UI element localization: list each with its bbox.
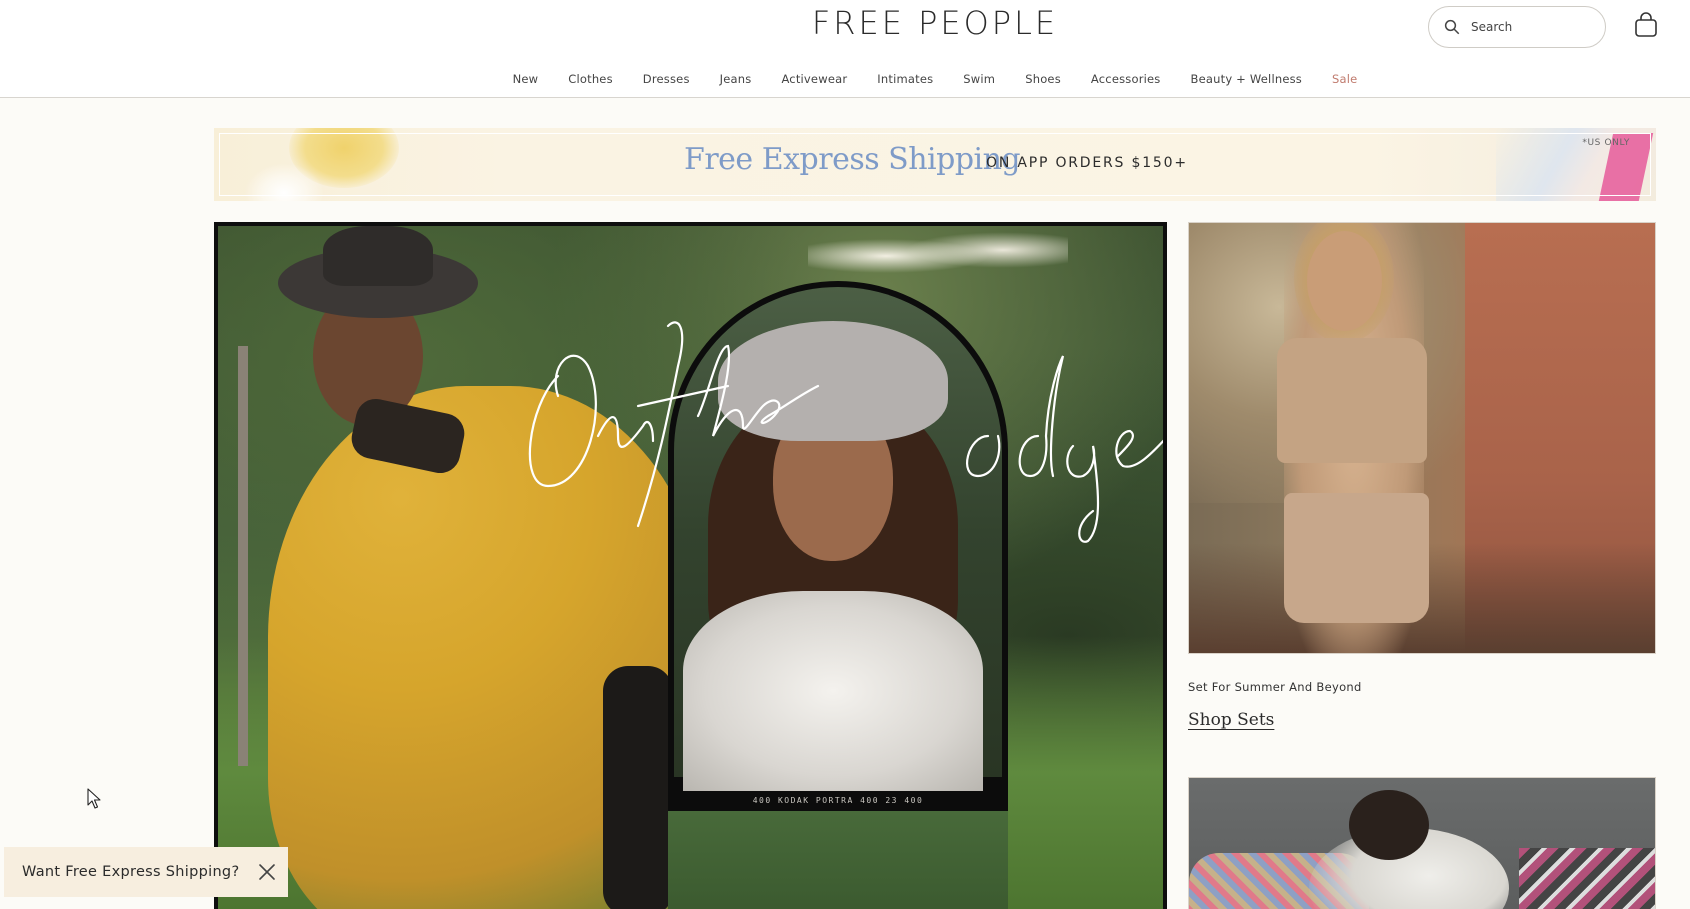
free-shipping-toast[interactable]: Want Free Express Shipping?	[4, 847, 288, 897]
hero-hat-crown	[323, 226, 433, 286]
shipping-banner[interactable]: Free Express Shipping ON APP ORDERS $150…	[214, 128, 1656, 201]
promo-shorts	[1284, 493, 1429, 623]
search-box[interactable]	[1428, 6, 1606, 48]
search-icon	[1444, 19, 1460, 35]
main-nav: New Clothes Dresses Jeans Activewear Int…	[0, 72, 1690, 86]
nav-item-jeans[interactable]: Jeans	[705, 72, 767, 86]
search-input[interactable]	[1471, 20, 1591, 34]
shopping-bag-icon[interactable]	[1634, 12, 1658, 38]
nav-item-intimates[interactable]: Intimates	[862, 72, 948, 86]
promo-crop-top	[1277, 338, 1427, 463]
mouse-cursor-icon	[87, 788, 101, 809]
hero-flowers	[808, 226, 1068, 286]
hero-lower-foliage	[668, 811, 1008, 909]
hero-film-strip: 400 KODAK PORTRA 400 23 400	[668, 791, 1008, 811]
promo-image-secondary[interactable]	[1188, 777, 1656, 909]
nav-item-swim[interactable]: Swim	[948, 72, 1010, 86]
hero-image[interactable]: 400 KODAK PORTRA 400 23 400	[214, 222, 1167, 909]
promo-caption: Set For Summer And Beyond	[1188, 680, 1362, 694]
banner-subtitle: ON APP ORDERS $150+	[986, 155, 1188, 171]
close-icon[interactable]	[258, 863, 276, 881]
nav-item-dresses[interactable]: Dresses	[628, 72, 705, 86]
shop-sets-link[interactable]: Shop Sets	[1188, 710, 1274, 730]
toast-label: Want Free Express Shipping?	[22, 864, 240, 880]
promo-image-sets[interactable]	[1188, 222, 1656, 654]
hero-boot	[603, 666, 673, 909]
banner-note: *US ONLY	[1582, 138, 1630, 148]
nav-item-accessories[interactable]: Accessories	[1076, 72, 1176, 86]
portrait-lace-blouse	[683, 591, 983, 791]
hero-script-lettering	[528, 321, 1163, 543]
nav-item-shoes[interactable]: Shoes	[1010, 72, 1076, 86]
banner-title: Free Express Shipping	[684, 142, 1021, 177]
nav-item-beauty-wellness[interactable]: Beauty + Wellness	[1176, 72, 1317, 86]
nav-item-activewear[interactable]: Activewear	[766, 72, 862, 86]
promo2-hair	[1349, 790, 1429, 860]
site-header: FREE PEOPLE New Clothes Dresses Jeans Ac…	[0, 0, 1690, 98]
promo2-knit-pattern	[1519, 848, 1655, 909]
nav-item-clothes[interactable]: Clothes	[553, 72, 628, 86]
promo-model-head	[1307, 231, 1382, 331]
nav-item-new[interactable]: New	[498, 72, 554, 86]
nav-item-sale[interactable]: Sale	[1317, 72, 1372, 86]
